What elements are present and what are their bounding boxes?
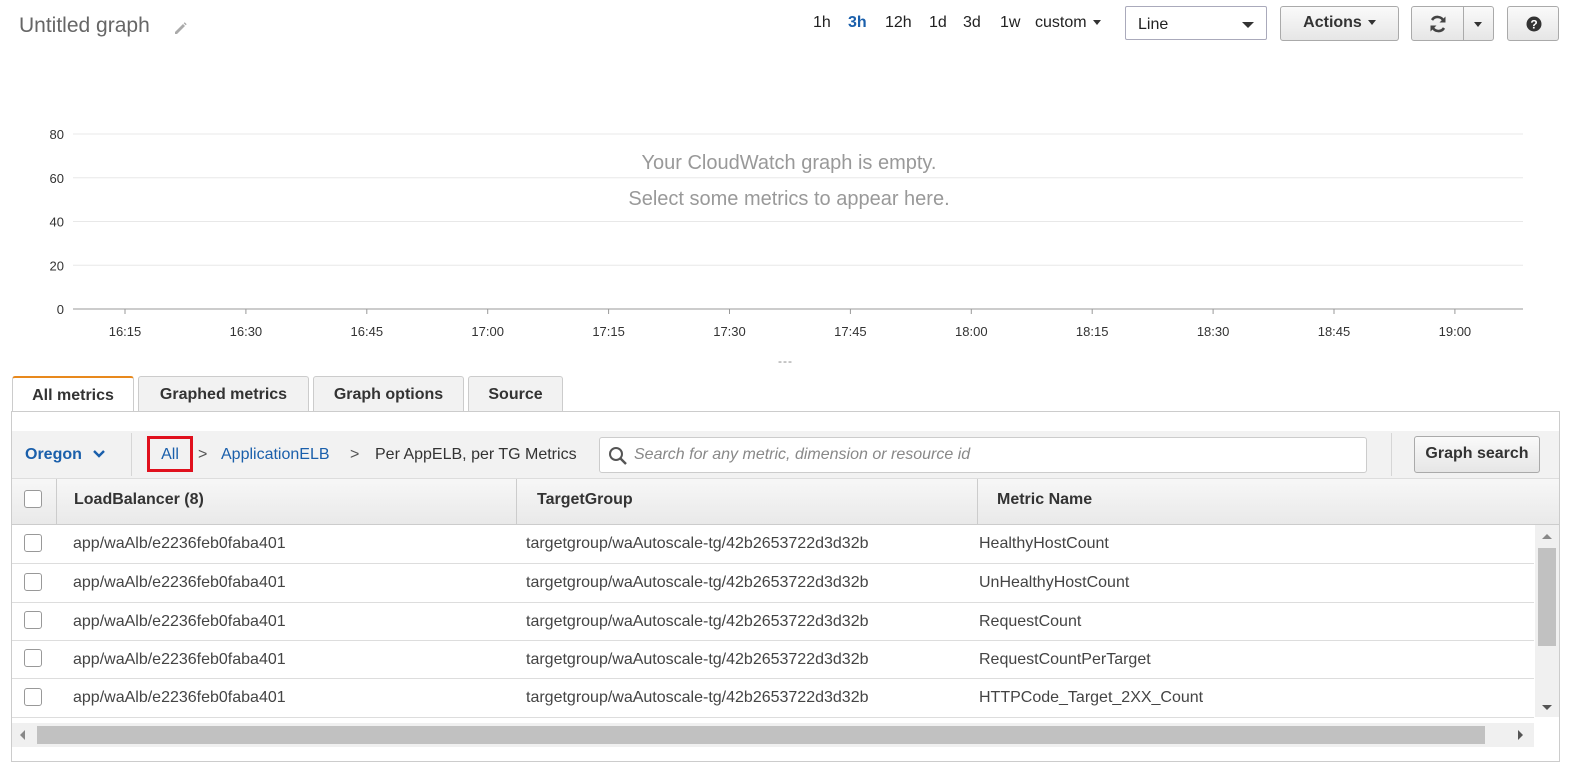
y-tick-label: 80	[50, 127, 64, 142]
breadcrumb-applicationelb[interactable]: ApplicationELB	[221, 446, 330, 464]
graph-type-select[interactable]: Line	[1125, 6, 1267, 40]
graph-type-value: Line	[1138, 16, 1169, 33]
help-button[interactable]: ?	[1507, 6, 1559, 41]
range-1d[interactable]: 1d	[929, 14, 947, 32]
range-3h[interactable]: 3h	[848, 14, 867, 32]
cell-targetgroup: targetgroup/waAutoscale-tg/42b2653722d3d…	[526, 689, 869, 706]
x-tick-label: 17:45	[834, 324, 867, 339]
cell-loadbalancer: app/waAlb/e2236feb0faba401	[73, 613, 286, 630]
y-tick-label: 0	[57, 302, 64, 317]
tab-graph-options[interactable]: Graph options	[313, 376, 464, 411]
chevron-down-icon[interactable]	[92, 448, 106, 460]
breadcrumb-separator: >	[350, 446, 360, 463]
refresh-interval-dropdown[interactable]	[1463, 6, 1494, 41]
row-checkbox[interactable]	[24, 573, 42, 591]
cell-metric-name: RequestCount	[979, 613, 1082, 630]
cell-loadbalancer: app/waAlb/e2236feb0faba401	[73, 651, 286, 668]
search-icon	[609, 447, 627, 465]
column-divider	[56, 479, 57, 524]
column-header-targetgroup[interactable]: TargetGroup	[537, 491, 633, 509]
vertical-scroll-thumb[interactable]	[1538, 548, 1556, 646]
x-tick-label: 16:45	[351, 324, 384, 339]
x-tick-label: 18:00	[955, 324, 988, 339]
range-3d[interactable]: 3d	[963, 14, 981, 32]
row-checkbox[interactable]	[24, 534, 42, 552]
x-tick-label: 17:00	[471, 324, 504, 339]
x-tick-label: 18:15	[1076, 324, 1109, 339]
tab-all-metrics[interactable]: All metrics	[12, 376, 134, 412]
y-tick-label: 20	[50, 258, 64, 273]
caret-down-icon	[1092, 20, 1101, 26]
cell-metric-name: UnHealthyHostCount	[979, 574, 1130, 591]
range-1w[interactable]: 1w	[1000, 14, 1020, 32]
x-tick-label: 16:30	[230, 324, 263, 339]
metrics-chart: 80604020016:15 16:30 16:45 17:00 17:15 17:30 1…	[50, 127, 1523, 339]
divider	[131, 433, 132, 476]
caret-down-icon	[1367, 20, 1376, 26]
scroll-up-arrow-icon[interactable]	[1540, 531, 1554, 541]
actions-label: Actions	[1303, 14, 1362, 31]
refresh-icon	[1430, 15, 1446, 33]
pencil-icon[interactable]	[172, 20, 188, 36]
scroll-down-arrow-icon[interactable]	[1540, 703, 1554, 713]
caret-down-icon	[1242, 22, 1254, 28]
tab-graphed-metrics[interactable]: Graphed metrics	[138, 376, 309, 411]
cell-targetgroup: targetgroup/waAutoscale-tg/42b2653722d3d…	[526, 651, 869, 668]
scroll-left-arrow-icon[interactable]	[17, 728, 27, 742]
custom-range-dropdown[interactable]: custom	[1035, 14, 1101, 32]
empty-graph-hint: Select some metrics to appear here.	[628, 188, 950, 210]
cell-metric-name: HealthyHostCount	[979, 535, 1109, 552]
column-header-metric-name[interactable]: Metric Name	[997, 491, 1092, 509]
row-checkbox[interactable]	[24, 649, 42, 667]
cell-targetgroup: targetgroup/waAutoscale-tg/42b2653722d3d…	[526, 574, 869, 591]
cell-metric-name: RequestCountPerTarget	[979, 651, 1151, 668]
row-checkbox[interactable]	[24, 688, 42, 706]
range-12h[interactable]: 12h	[885, 14, 912, 32]
empty-graph-message: Your CloudWatch graph is empty.	[641, 152, 937, 174]
breadcrumb-current: Per AppELB, per TG Metrics	[375, 446, 577, 463]
help-icon: ?	[1526, 16, 1542, 32]
svg-text:?: ?	[1530, 18, 1537, 32]
chart-resize-handle[interactable]: ---	[778, 354, 793, 368]
x-tick-label: 17:15	[592, 324, 625, 339]
graph-search-button[interactable]: Graph search	[1414, 436, 1540, 473]
x-tick-label: 18:45	[1318, 324, 1351, 339]
tab-source[interactable]: Source	[468, 376, 563, 411]
column-divider[interactable]	[977, 479, 978, 524]
column-divider[interactable]	[516, 479, 517, 524]
cell-loadbalancer: app/waAlb/e2236feb0faba401	[73, 689, 286, 706]
custom-range-label: custom	[1035, 14, 1087, 31]
y-tick-label: 40	[50, 215, 64, 230]
breadcrumb-all[interactable]: All	[147, 436, 193, 472]
scroll-right-arrow-icon[interactable]	[1516, 728, 1526, 742]
table-header	[12, 479, 1559, 525]
cell-targetgroup: targetgroup/waAutoscale-tg/42b2653722d3d…	[526, 613, 869, 630]
x-tick-label: 17:30	[713, 324, 746, 339]
region-selector[interactable]: Oregon	[25, 446, 82, 464]
x-tick-label: 19:00	[1439, 324, 1472, 339]
graph-title: Untitled graph	[19, 14, 150, 37]
cell-metric-name: HTTPCode_Target_2XX_Count	[979, 689, 1204, 706]
x-tick-label: 16:15	[109, 324, 142, 339]
row-checkbox[interactable]	[24, 611, 42, 629]
range-1h[interactable]: 1h	[813, 14, 831, 32]
metric-search-input[interactable]	[634, 440, 1359, 470]
caret-down-icon	[1474, 22, 1482, 27]
cell-loadbalancer: app/waAlb/e2236feb0faba401	[73, 574, 286, 591]
refresh-button[interactable]	[1411, 6, 1464, 41]
cell-loadbalancer: app/waAlb/e2236feb0faba401	[73, 535, 286, 552]
breadcrumb-separator: >	[198, 446, 208, 463]
select-all-checkbox[interactable]	[24, 490, 42, 508]
x-tick-label: 18:30	[1197, 324, 1230, 339]
horizontal-scroll-thumb[interactable]	[37, 726, 1485, 744]
cell-targetgroup: targetgroup/waAutoscale-tg/42b2653722d3d…	[526, 535, 869, 552]
divider	[1391, 433, 1392, 476]
column-header-loadbalancer[interactable]: LoadBalancer (8)	[74, 491, 204, 509]
actions-button[interactable]: Actions	[1280, 6, 1399, 41]
